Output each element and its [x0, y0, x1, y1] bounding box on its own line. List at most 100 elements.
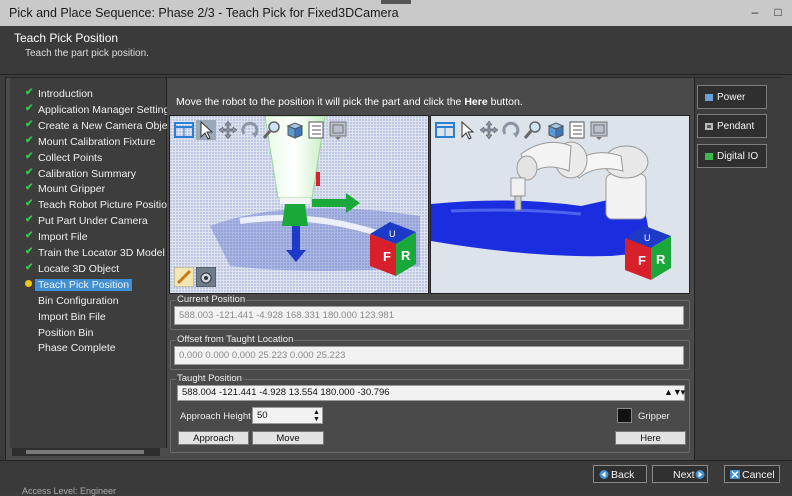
cube-view-icon[interactable]: [284, 120, 304, 140]
list-icon[interactable]: [306, 120, 326, 140]
wizard-footer: Back Next Cancel: [0, 460, 792, 491]
step-item[interactable]: ✔ Put Part Under Camera: [10, 213, 166, 229]
step-item[interactable]: Bin Configuration: [10, 293, 166, 309]
edit-pencil-icon[interactable]: [173, 266, 195, 288]
zoom-icon[interactable]: [262, 120, 282, 140]
step-label: Phase Complete: [38, 342, 116, 355]
check-icon: ✔: [25, 134, 34, 146]
cube-right-label: R: [401, 248, 411, 263]
check-icon: ✔: [25, 102, 34, 114]
access-level-status: Access Level: Engineer: [22, 486, 117, 496]
taught-position-field[interactable]: 588.004 -121.441 -4.928 13.554 180.000 -…: [177, 385, 685, 401]
next-button[interactable]: Next: [652, 465, 708, 483]
zoom-icon[interactable]: [523, 120, 543, 140]
camera-3d-view[interactable]: F R U: [169, 115, 429, 294]
step-label: Introduction: [38, 88, 93, 100]
step-label: Mount Gripper: [38, 183, 106, 196]
approach-button[interactable]: Approach: [178, 431, 249, 445]
step-item[interactable]: ✔ Locate 3D Object: [10, 261, 166, 277]
step-item[interactable]: ✔ Create a New Camera Object: [10, 118, 176, 134]
content-panel: Move the robot to the position it will p…: [167, 78, 693, 458]
step-item[interactable]: ✔ Teach Robot Picture Position.: [10, 197, 176, 213]
pendant-icon: [705, 123, 713, 130]
step-label: Mount Calibration Fixture: [38, 135, 156, 148]
cube-top-label-2: U: [644, 233, 651, 243]
cube-front-label-2: F: [638, 253, 646, 268]
check-icon: ✔: [25, 166, 34, 178]
current-position-caption: Current Position: [176, 294, 247, 305]
step-label: Import Bin File: [38, 310, 106, 323]
select-pointer-icon[interactable]: [457, 120, 477, 140]
step-item[interactable]: ✔ Collect Points: [10, 150, 166, 166]
rotate-icon[interactable]: [240, 120, 260, 140]
step-item[interactable]: ✔ Import File: [10, 229, 166, 245]
step-item[interactable]: ✔ Application Manager Settings: [10, 102, 175, 118]
list-icon[interactable]: [567, 120, 587, 140]
instruction-text: Move the robot to the position it will p…: [176, 96, 523, 108]
cancel-button[interactable]: Cancel: [724, 465, 780, 483]
cube-view-icon[interactable]: [545, 120, 565, 140]
check-icon: ✔: [25, 198, 34, 210]
cancel-x-icon: [730, 470, 740, 479]
step-item[interactable]: Import Bin File: [10, 309, 166, 325]
camera-icon[interactable]: [195, 266, 217, 288]
maximize-icon[interactable]: □: [767, 3, 789, 21]
check-icon: ✔: [25, 118, 34, 130]
step-label: Collect Points: [38, 151, 103, 164]
gripper-label: Gripper: [638, 411, 670, 422]
taught-position-caption: Taught Position: [176, 373, 243, 384]
move-button[interactable]: Move: [252, 431, 324, 445]
cube-top-label: U: [389, 229, 396, 239]
step-item[interactable]: ✔ Mount Calibration Fixture: [10, 134, 166, 150]
view-layout-icon[interactable]: [435, 120, 455, 140]
dropdown-chevron-icon[interactable]: ▼: [679, 388, 687, 397]
page-subtitle: Teach the part pick position.: [25, 48, 149, 59]
step-item[interactable]: ✔ Calibration Summary: [10, 166, 166, 182]
step-item[interactable]: ✔ Introduction: [10, 86, 166, 102]
check-icon: ✔: [25, 150, 34, 162]
step-list-scrollbar[interactable]: [12, 448, 160, 456]
here-button[interactable]: Here: [615, 431, 686, 445]
offset-caption: Offset from Taught Location: [176, 334, 295, 345]
digital-io-button[interactable]: Digital IO: [697, 144, 767, 168]
check-icon: ✔: [25, 261, 34, 273]
orientation-cube[interactable]: F R U: [370, 222, 416, 276]
resize-grip[interactable]: [381, 0, 411, 4]
step-item[interactable]: Phase Complete: [10, 340, 166, 356]
scrollbar-thumb[interactable]: [26, 450, 144, 454]
step-label: Position Bin: [38, 326, 94, 339]
robot-3d-view[interactable]: F R U: [430, 115, 690, 294]
robot-3d-scene: F R U: [431, 116, 689, 293]
gripper-toggle[interactable]: [617, 408, 632, 423]
step-item[interactable]: ✔ Train the Locator 3D Model: [10, 245, 166, 261]
orientation-cube-2[interactable]: F R U: [625, 226, 671, 280]
view-layout-icon[interactable]: [174, 120, 194, 140]
grid-icon[interactable]: [328, 120, 348, 140]
step-label: Put Part Under Camera: [38, 215, 148, 228]
step-label: Create a New Camera Object: [38, 119, 176, 132]
grid-icon[interactable]: [589, 120, 609, 140]
approach-height-label: Approach Height: [180, 411, 251, 422]
power-button[interactable]: Power: [697, 85, 767, 109]
minimize-icon[interactable]: –: [744, 3, 766, 21]
step-item[interactable]: ✔ Mount Gripper: [10, 181, 166, 197]
check-icon: ✔: [25, 214, 34, 226]
approach-stepper-icon[interactable]: ▲ ▼: [313, 409, 320, 423]
step-label: Train the Locator 3D Model: [38, 247, 165, 259]
select-pointer-icon[interactable]: [196, 120, 216, 140]
step-item[interactable]: Teach Pick Position: [10, 277, 166, 293]
step-item[interactable]: Position Bin: [10, 325, 166, 341]
pan-icon[interactable]: [479, 120, 499, 140]
taught-position-group: Taught Position 588.004 -121.441 -4.928 …: [170, 373, 690, 453]
offset-field: 0.000 0.000 0.000 25.223 0.000 25.223: [174, 346, 684, 365]
rotate-icon[interactable]: [501, 120, 521, 140]
step-label: Bin Configuration: [38, 294, 119, 307]
back-button[interactable]: Back: [593, 465, 647, 483]
pan-icon[interactable]: [218, 120, 238, 140]
current-position-field: 588.003 -121.441 -4.928 168.331 180.000 …: [174, 306, 684, 325]
step-label: Teach Pick Position: [35, 278, 133, 291]
current-position-group: Current Position 588.003 -121.441 -4.928…: [170, 294, 690, 330]
step-list: ✔ Introduction ✔ Application Manager Settin…: [10, 78, 176, 448]
pendant-button[interactable]: Pendant: [697, 114, 767, 138]
next-arrow-icon: [695, 470, 705, 479]
